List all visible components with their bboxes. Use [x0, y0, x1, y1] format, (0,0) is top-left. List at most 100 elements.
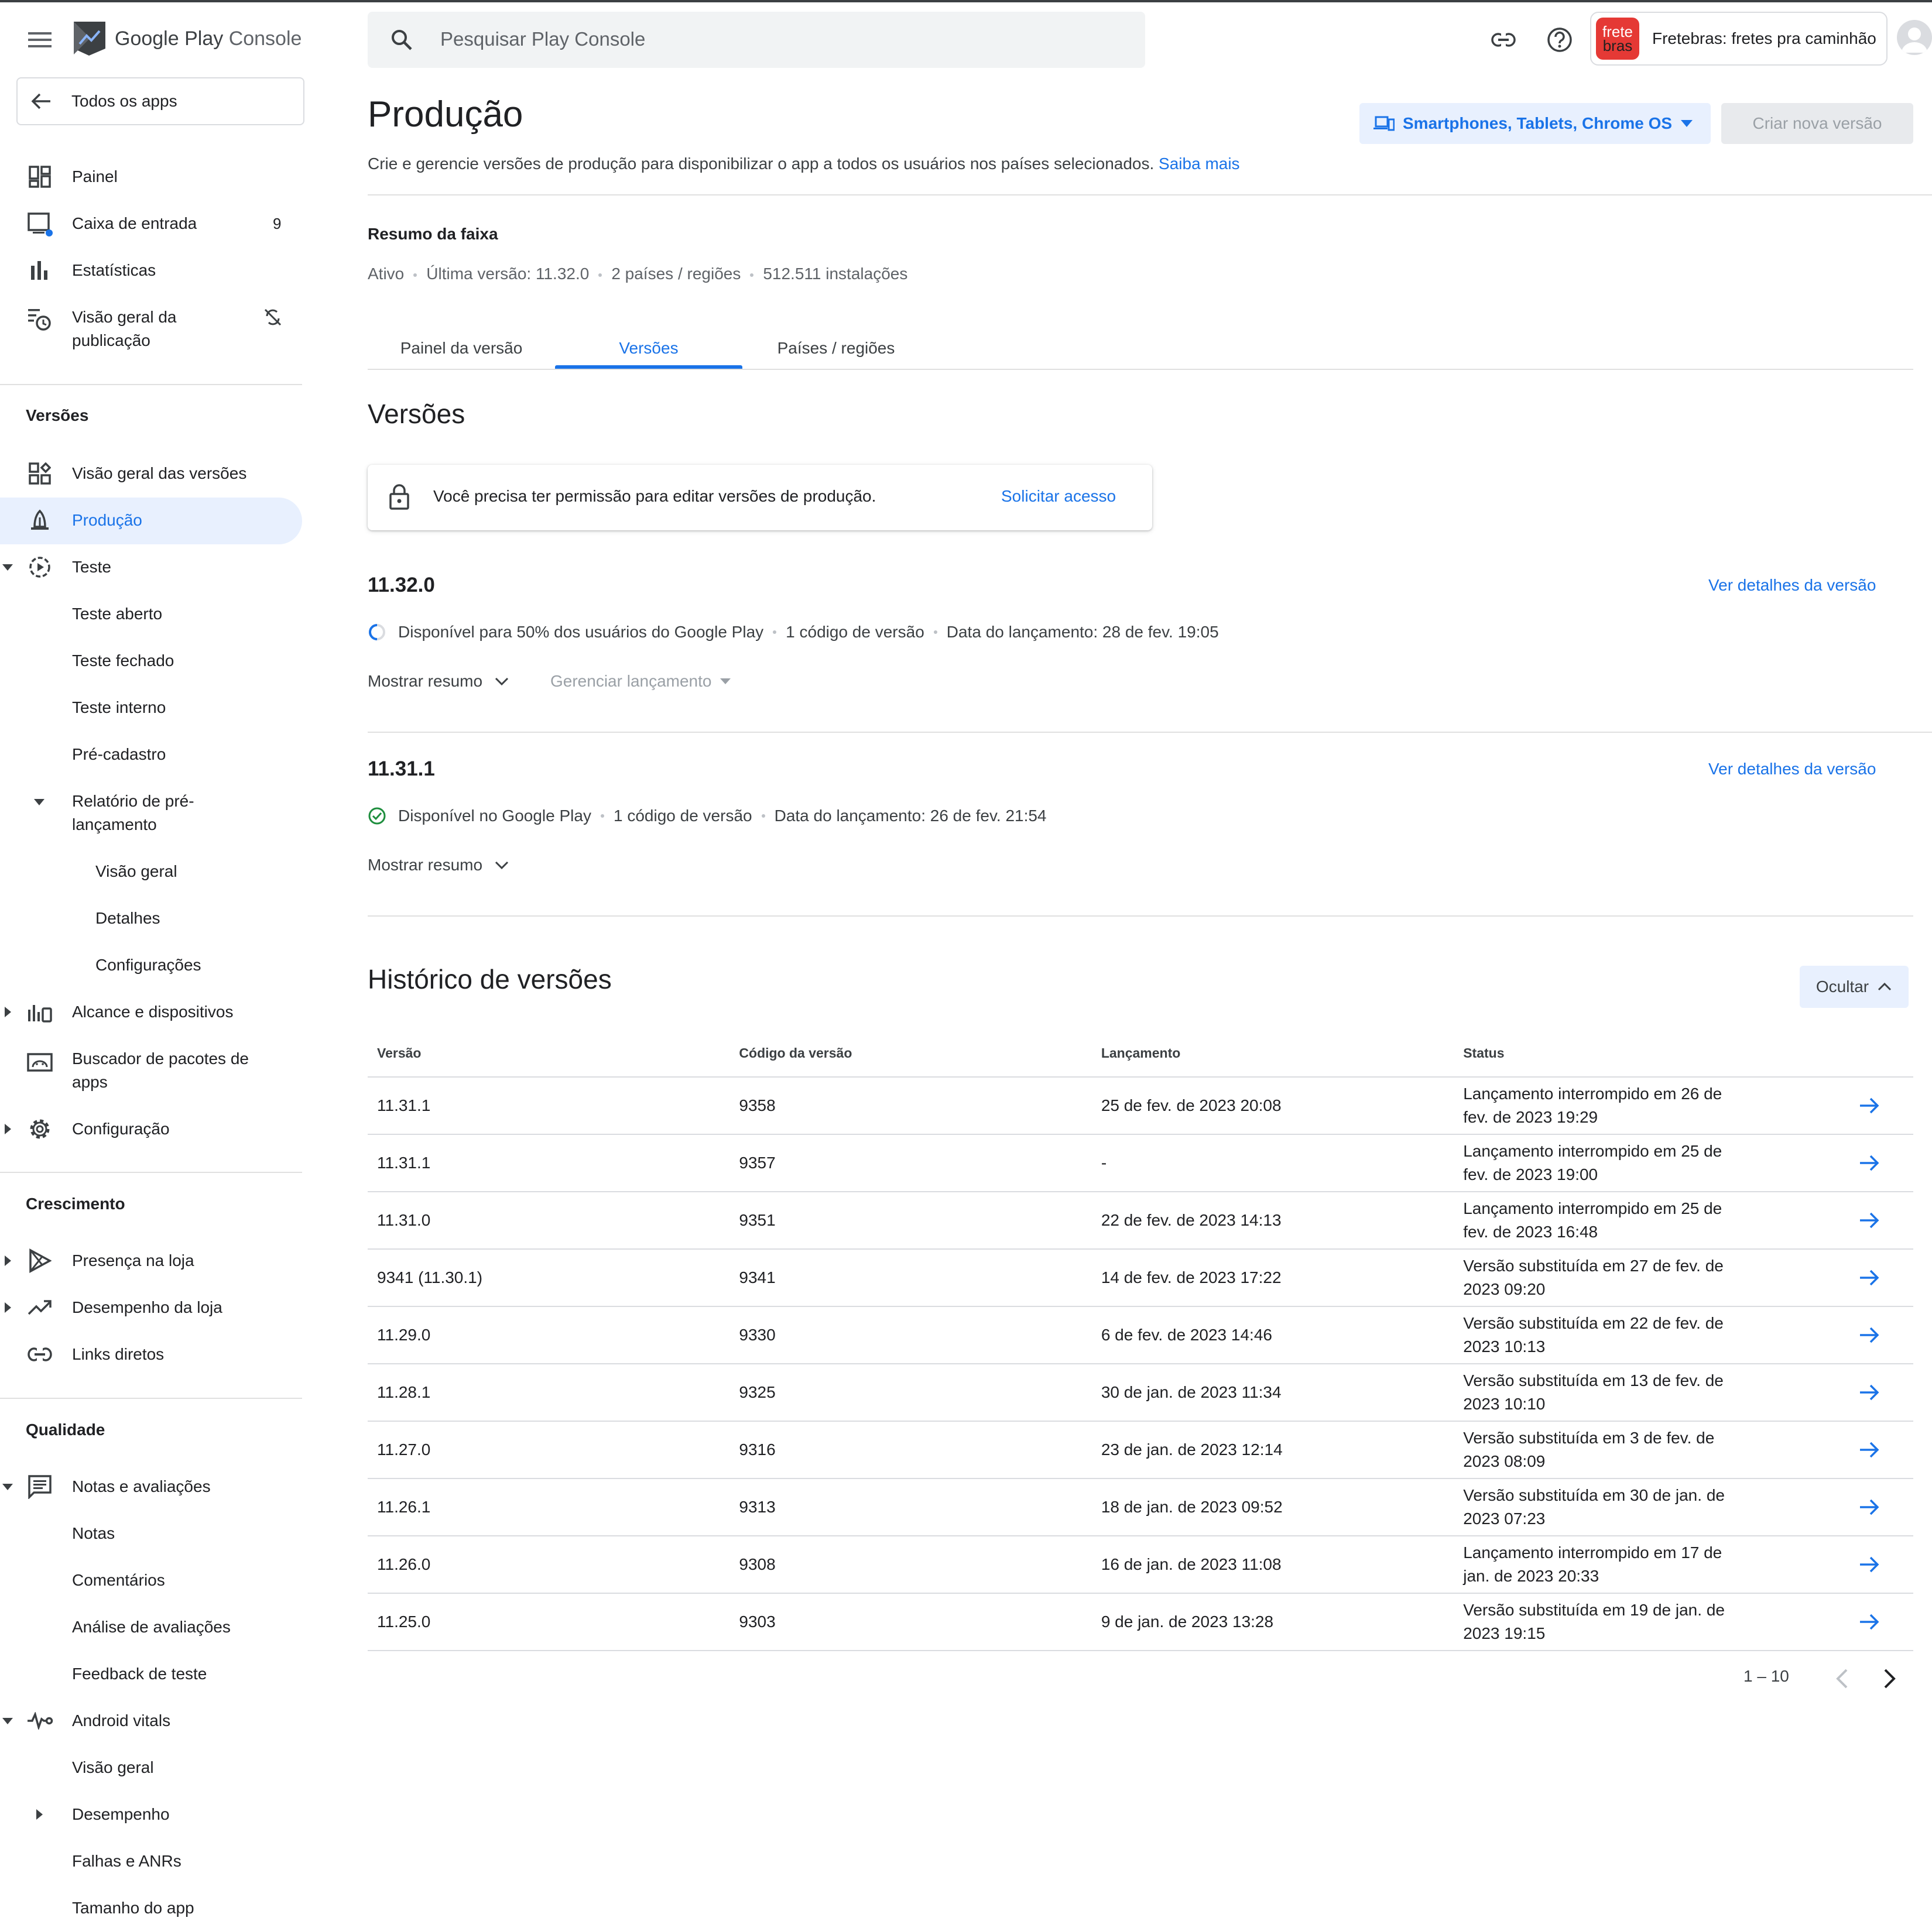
menu-icon[interactable]	[23, 26, 56, 54]
arrow-forward-icon[interactable]	[1859, 1498, 1882, 1516]
sidebar-item-prelaunch-details[interactable]: Detalhes	[0, 907, 302, 930]
sidebar-item-releases-overview[interactable]: Visão geral das versões	[0, 462, 302, 485]
sidebar-item-vitals-overview[interactable]: Visão geral	[0, 1756, 302, 1779]
sidebar-item-vitals-performance[interactable]: Desempenho	[0, 1803, 302, 1826]
arrow-forward-icon[interactable]	[1859, 1212, 1882, 1229]
sidebar-item-store-performance[interactable]: Desempenho da loja	[0, 1296, 302, 1319]
sidebar-item-closed-testing[interactable]: Teste fechado	[0, 649, 302, 673]
table-row[interactable]: 11.31.1 9358 25 de fev. de 2023 20:08 Lança…	[368, 1077, 1913, 1135]
create-release-button[interactable]: Criar nova versão	[1721, 103, 1913, 144]
table-row[interactable]: 11.26.1 9313 18 de jan. de 2023 09:52 Versã…	[368, 1478, 1913, 1536]
sidebar-item-deep-links[interactable]: Links diretos	[0, 1343, 302, 1366]
play-console-logo-icon	[74, 22, 105, 56]
arrow-forward-icon[interactable]	[1859, 1384, 1882, 1401]
sidebar-item-testing[interactable]: Teste	[0, 555, 302, 579]
lock-icon	[389, 484, 409, 510]
table-row[interactable]: 11.25.0 9303 9 de jan. de 2023 13:28 Versão…	[368, 1593, 1913, 1651]
view-release-details-link[interactable]: Ver detalhes da versão	[1708, 576, 1876, 595]
arrow-forward-icon[interactable]	[1859, 1441, 1882, 1459]
table-row[interactable]: 9341 (11.30.1) 9341 14 de fev. de 2023 17:…	[368, 1249, 1913, 1307]
arrow-forward-icon[interactable]	[1859, 1326, 1882, 1344]
link-icon[interactable]	[1489, 26, 1517, 54]
table-row[interactable]: 11.29.0 9330 6 de fev. de 2023 14:46 Versão…	[368, 1306, 1913, 1364]
table-header-row: Versão Código da versão Lançamento Statu…	[368, 1030, 1913, 1078]
table-row[interactable]: 11.27.0 9316 23 de jan. de 2023 12:14 Versã…	[368, 1421, 1913, 1479]
developer-account-chip[interactable]: frete bras Fretebras: fretes pra caminhã…	[1590, 12, 1888, 66]
learn-more-link[interactable]: Saiba mais	[1159, 155, 1240, 173]
sidebar-item-internal-testing[interactable]: Teste interno	[0, 696, 302, 719]
view-release-details-link[interactable]: Ver detalhes da versão	[1708, 760, 1876, 778]
caret-right-icon[interactable]	[33, 1808, 46, 1821]
table-row[interactable]: 11.31.1 9357- Lançamento interrompido em 2…	[368, 1134, 1913, 1192]
sidebar-item-prelaunch-overview[interactable]: Visão geral	[0, 860, 302, 883]
sidebar-item-ratings-reviews[interactable]: Notas e avaliações	[0, 1475, 302, 1499]
logo-word-console: Console	[228, 27, 302, 50]
sidebar-divider	[0, 1398, 302, 1399]
sidebar-item-reviews[interactable]: Comentários	[0, 1569, 302, 1592]
sidebar-item-app-bundle-explorer[interactable]: Buscador de pacotes de apps	[0, 1047, 302, 1094]
sidebar-item-setup[interactable]: Configuração	[0, 1117, 302, 1141]
tab-countries-regions[interactable]: Países / regiões	[742, 328, 930, 369]
sidebar-item-reviews-analysis[interactable]: Análise de avaliações	[0, 1615, 302, 1639]
caret-down-icon[interactable]	[1, 1480, 14, 1493]
play-console-logo[interactable]: Google Play Console	[73, 20, 307, 57]
sidebar-item-open-testing[interactable]: Teste aberto	[0, 602, 302, 626]
arrow-forward-icon[interactable]	[1859, 1269, 1882, 1287]
caret-down-icon[interactable]	[1, 561, 14, 574]
sidebar-item-production[interactable]: Produção	[0, 509, 302, 532]
sidebar-item-inbox[interactable]: Caixa de entrada 9	[0, 212, 302, 236]
show-summary-toggle[interactable]: Mostrar resumo	[368, 856, 509, 874]
next-page-button[interactable]	[1883, 1668, 1897, 1689]
table-row[interactable]: 11.26.0 9308 16 de jan. de 2023 11:08 Lança…	[368, 1536, 1913, 1594]
cell-action	[1838, 1077, 1913, 1135]
search-input[interactable]: Pesquisar Play Console	[440, 28, 645, 50]
caret-right-icon[interactable]	[1, 1254, 14, 1267]
reach-devices-icon	[26, 998, 54, 1026]
sidebar-item-reach-devices[interactable]: Alcance e dispositivos	[0, 1000, 302, 1024]
status-line: Versão substituída em 30 de jan. de	[1463, 1486, 1725, 1504]
caret-down-icon[interactable]	[1, 1714, 14, 1727]
sidebar-item-pre-registration[interactable]: Pré-cadastro	[0, 743, 302, 766]
table-row[interactable]: 11.28.1 9325 30 de jan. de 2023 11:34 Versã…	[368, 1364, 1913, 1422]
prev-page-button[interactable]	[1835, 1668, 1849, 1689]
status-line: fev. de 2023 16:48	[1463, 1223, 1598, 1241]
sidebar-item-prelaunch-settings[interactable]: Configurações	[0, 953, 302, 977]
show-summary-toggle[interactable]: Mostrar resumo	[368, 672, 509, 691]
help-icon[interactable]	[1546, 26, 1574, 54]
caret-down-icon[interactable]	[33, 795, 46, 808]
sidebar-item-store-presence[interactable]: Presença na loja	[0, 1248, 302, 1273]
sidebar-item-app-size[interactable]: Tamanho do app	[0, 1896, 302, 1920]
arrow-forward-icon[interactable]	[1859, 1556, 1882, 1573]
tab-releases[interactable]: Versões	[555, 328, 742, 369]
sidebar-item-testing-feedback[interactable]: Feedback de teste	[0, 1662, 302, 1686]
sidebar-item-label: Visão geral da publicação	[72, 308, 177, 349]
caret-right-icon[interactable]	[1, 1123, 14, 1135]
sidebar-item-ratings[interactable]: Notas	[0, 1522, 302, 1545]
check-circle-icon	[368, 807, 386, 825]
sidebar-item-painel[interactable]: Painel	[0, 165, 302, 188]
release-status: Disponível no Google Play	[398, 807, 591, 825]
hide-history-button[interactable]: Ocultar	[1800, 966, 1909, 1008]
manage-rollout-dropdown[interactable]: Gerenciar lançamento	[550, 672, 731, 691]
sidebar-item-publishing-overview[interactable]: Visão geral da publicação	[0, 306, 302, 352]
caret-right-icon[interactable]	[1, 1006, 14, 1018]
sidebar-item-pre-launch-report[interactable]: Relatório de pré-lançamento	[0, 790, 302, 836]
request-access-link[interactable]: Solicitar acesso	[1001, 487, 1116, 506]
table-row[interactable]: 11.31.0 9351 22 de fev. de 2023 14:13 Lança…	[368, 1192, 1913, 1250]
tab-release-dashboard[interactable]: Painel da versão	[368, 328, 555, 369]
arrow-forward-icon[interactable]	[1859, 1097, 1882, 1114]
sidebar-item-android-vitals[interactable]: Android vitals	[0, 1709, 302, 1733]
avatar[interactable]	[1897, 20, 1932, 55]
cell-code: 9325	[729, 1364, 1092, 1422]
search-bar[interactable]: Pesquisar Play Console	[368, 12, 1145, 68]
sidebar-item-crashes-anrs[interactable]: Falhas e ANRs	[0, 1850, 302, 1873]
back-to-all-apps[interactable]: Todos os apps	[16, 77, 304, 125]
release-status-line: Disponível para 50% dos usuários do Goog…	[368, 623, 1219, 641]
sidebar-item-statistics[interactable]: Estatísticas	[0, 259, 302, 282]
caret-right-icon[interactable]	[1, 1301, 14, 1314]
sidebar-item-label: Alcance e dispositivos	[72, 1003, 234, 1021]
sync-off-icon[interactable]	[263, 308, 282, 327]
arrow-forward-icon[interactable]	[1859, 1613, 1882, 1631]
device-type-selector[interactable]: Smartphones, Tablets, Chrome OS	[1359, 103, 1711, 144]
arrow-forward-icon[interactable]	[1859, 1154, 1882, 1172]
